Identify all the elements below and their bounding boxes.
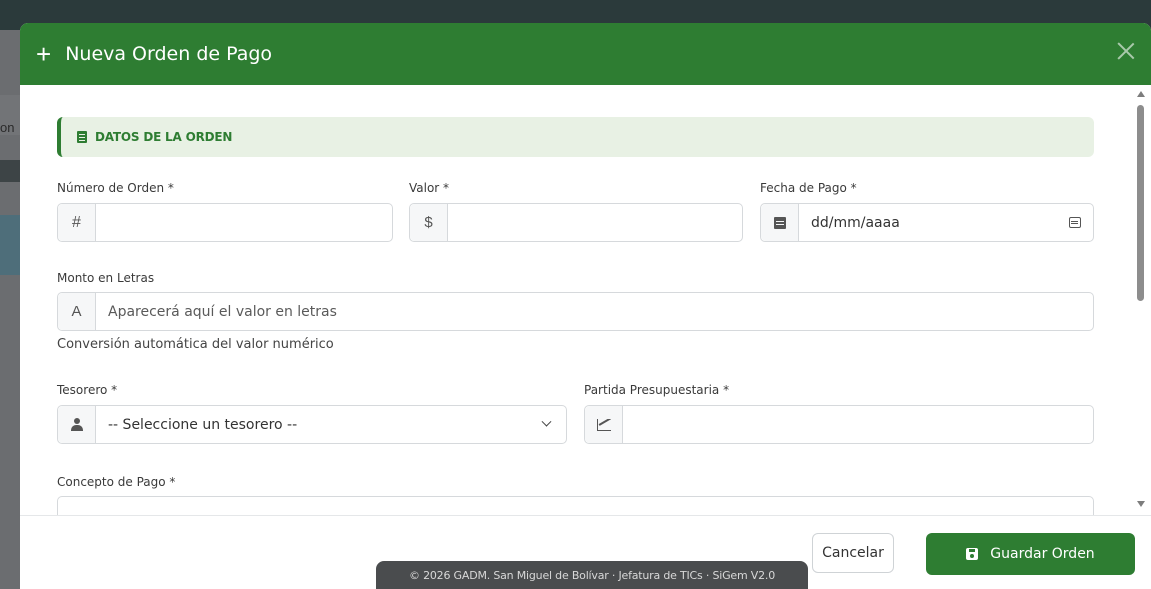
fecha-pago-field: dd/mm/aaaa [760, 203, 1094, 242]
background-text-fragment: on [0, 120, 15, 135]
calendar-picker-icon[interactable] [1057, 204, 1093, 241]
scroll-down-arrow[interactable] [1137, 501, 1145, 507]
valor-label: Valor * [409, 181, 450, 195]
chart-line-icon [585, 406, 623, 443]
chevron-down-icon [526, 406, 566, 443]
monto-letras-input[interactable]: Aparecerá aquí el valor en letras [96, 293, 1093, 330]
dollar-glyph: $ [424, 214, 433, 231]
calendar-icon [761, 204, 799, 241]
hash-icon: # [58, 204, 96, 241]
hash-glyph: # [72, 213, 81, 231]
section-banner: DATOS DE LA ORDEN [57, 117, 1094, 157]
valor-input[interactable] [448, 204, 742, 241]
save-button-label: Guardar Orden [990, 546, 1095, 562]
save-order-button[interactable]: Guardar Orden [926, 533, 1135, 575]
footer-copyright-bar: © 2026 GADM. San Miguel de Bolívar · Jef… [376, 561, 808, 589]
modal-body[interactable]: DATOS DE LA ORDEN Número de Orden * # Va… [20, 85, 1151, 515]
partida-label: Partida Presupuestaria * [584, 383, 730, 397]
numero-orden-field: # [57, 203, 393, 242]
font-icon: A [58, 293, 96, 330]
scroll-up-arrow[interactable] [1137, 91, 1145, 97]
user-tie-icon [58, 406, 96, 443]
concepto-label: Concepto de Pago * [57, 475, 176, 489]
file-icon [77, 131, 87, 143]
valor-field: $ [409, 203, 743, 242]
monto-letras-help: Conversión automática del valor numérico [57, 337, 334, 352]
concepto-textarea[interactable] [57, 496, 1094, 515]
modal-header: + Nueva Orden de Pago [20, 23, 1151, 85]
font-glyph: A [71, 303, 82, 320]
tesorero-selected-value: -- Seleccione un tesorero -- [108, 416, 298, 433]
dollar-icon: $ [410, 204, 448, 241]
partida-input[interactable] [623, 406, 1093, 443]
scroll-thumb[interactable] [1137, 105, 1144, 301]
close-icon[interactable] [1115, 40, 1137, 62]
nueva-orden-modal: + Nueva Orden de Pago DATOS DE LA ORDEN … [20, 23, 1151, 589]
partida-field [584, 405, 1094, 444]
numero-orden-label: Número de Orden * [57, 181, 174, 195]
cancel-button[interactable]: Cancelar [812, 533, 894, 573]
tesorero-label: Tesorero * [57, 383, 118, 397]
tesorero-select[interactable]: -- Seleccione un tesorero -- [57, 405, 567, 444]
section-title: DATOS DE LA ORDEN [95, 130, 233, 144]
save-icon [966, 548, 979, 560]
monto-letras-field: A Aparecerá aquí el valor en letras [57, 292, 1094, 331]
monto-letras-label: Monto en Letras [57, 271, 155, 285]
fecha-pago-label: Fecha de Pago * [760, 181, 857, 195]
plus-icon: + [36, 39, 52, 69]
modal-title: Nueva Orden de Pago [65, 43, 273, 65]
modal-scrollbar[interactable] [1135, 85, 1147, 515]
numero-orden-input[interactable] [96, 204, 392, 241]
fecha-pago-input[interactable]: dd/mm/aaaa [799, 204, 1057, 241]
